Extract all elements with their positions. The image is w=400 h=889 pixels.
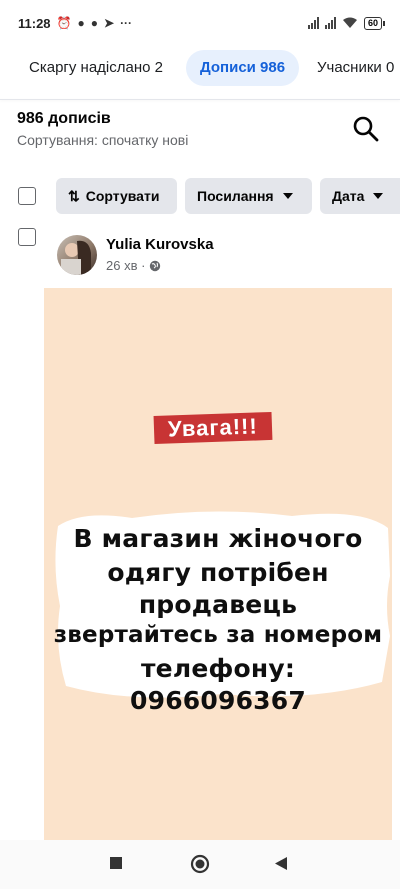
chevron-down-icon bbox=[282, 193, 293, 199]
post-text-line: продавець bbox=[138, 590, 298, 619]
post-text-line: одягу потрібен bbox=[107, 558, 329, 587]
chevron-down-icon bbox=[373, 193, 384, 199]
select-all-checkbox[interactable] bbox=[18, 187, 36, 205]
post-meta: 26 хв · bbox=[106, 258, 161, 273]
tab-divider bbox=[0, 99, 400, 100]
post-checkbox[interactable] bbox=[18, 228, 36, 246]
sort-arrows-icon: ⇅ bbox=[68, 187, 80, 204]
tab-reported[interactable]: Скаргу надіслано 2 bbox=[15, 50, 177, 86]
search-icon[interactable] bbox=[352, 115, 380, 143]
post-author[interactable]: Yulia Kurovska bbox=[106, 236, 214, 253]
attention-badge: Увага!!! bbox=[153, 411, 273, 445]
telegram-icon: ➤ bbox=[104, 16, 115, 30]
wifi-icon bbox=[342, 17, 357, 28]
more-notifications-icon: ··· bbox=[120, 16, 133, 30]
posts-count: 986 дописів bbox=[17, 110, 111, 127]
facebook-icon-2: ● bbox=[90, 16, 98, 30]
post-image[interactable]: Увага!!! В магазин жіночого одягу потріб… bbox=[44, 288, 392, 840]
home-icon[interactable] bbox=[190, 854, 210, 874]
date-filter-dropdown[interactable]: Дата bbox=[320, 178, 400, 214]
tab-posts[interactable]: Дописи 986 bbox=[186, 50, 300, 86]
date-filter-label: Дата bbox=[332, 188, 365, 204]
links-filter-label: Посилання bbox=[197, 188, 274, 204]
sort-order-label: Сортування: спочатку нові bbox=[17, 132, 189, 148]
avatar-photo bbox=[61, 240, 91, 275]
avatar[interactable] bbox=[57, 235, 97, 275]
post-time[interactable]: 26 хв · bbox=[106, 258, 145, 273]
globe-icon bbox=[150, 260, 161, 271]
battery-icon: 60 bbox=[363, 16, 386, 30]
status-bar: 11:28 ⏰ ● ● ➤ ··· 60 bbox=[0, 0, 400, 46]
post-text-line: В магазин жіночого bbox=[73, 524, 363, 553]
phone-number: 0966096367 bbox=[130, 686, 306, 715]
tab-members[interactable]: Учасники 0 bbox=[303, 50, 400, 86]
clock: 11:28 bbox=[18, 15, 51, 31]
sort-button[interactable]: ⇅ Сортувати bbox=[56, 178, 177, 214]
post-text-line: телефону: bbox=[140, 654, 296, 683]
sort-button-label: Сортувати bbox=[85, 188, 160, 204]
back-icon[interactable] bbox=[274, 856, 288, 871]
links-filter-dropdown[interactable]: Посилання bbox=[185, 178, 312, 214]
signal-icon-2 bbox=[324, 17, 336, 29]
tab-bar: Скаргу надіслано 2 Дописи 986 Учасники 0 bbox=[0, 50, 400, 88]
recents-icon[interactable] bbox=[109, 856, 123, 870]
alarm-icon: ⏰ bbox=[56, 16, 72, 30]
signal-icon bbox=[307, 17, 319, 29]
facebook-icon: ● bbox=[77, 16, 85, 30]
post-text-line: звертайтесь за номером bbox=[53, 622, 383, 648]
system-nav-bar bbox=[0, 840, 400, 889]
